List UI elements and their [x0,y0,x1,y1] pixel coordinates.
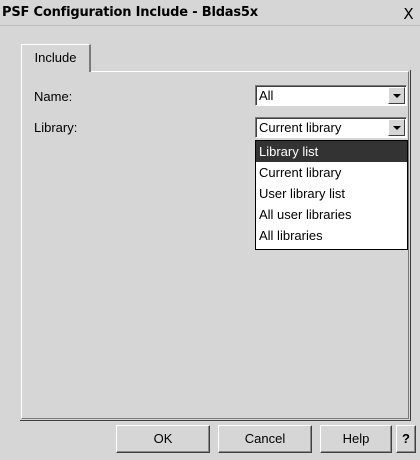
dropdown-option-all-user-libraries[interactable]: All user libraries [256,204,407,225]
whats-this-button[interactable]: ? [396,425,416,453]
dropdown-option-user-library-list[interactable]: User library list [256,183,407,204]
title-bar[interactable]: PSF Configuration Include - Bldas5x X [0,0,420,26]
close-icon[interactable]: X [400,6,417,23]
name-combobox[interactable]: All [255,85,407,106]
name-label: Name: [34,89,73,104]
library-combobox[interactable]: Current library [255,117,407,138]
dropdown-option-library-list[interactable]: Library list [256,141,407,162]
name-combobox-value: All [259,88,274,103]
ok-button[interactable]: OK [116,425,210,453]
library-combobox-value: Current library [259,120,342,135]
window-title: PSF Configuration Include - Bldas5x [2,5,258,20]
dialog-window: PSF Configuration Include - Bldas5x X In… [0,0,420,460]
dropdown-option-all-libraries[interactable]: All libraries [256,225,407,246]
library-label: Library: [34,120,78,135]
cancel-button[interactable]: Cancel [218,425,312,453]
tab-include[interactable]: Include [21,44,91,72]
library-dropdown-list: Library list Current library User librar… [255,140,408,250]
library-dropdown-button[interactable] [388,119,405,136]
help-button[interactable]: Help [320,425,392,453]
chevron-down-icon [393,126,401,130]
dropdown-option-current-library[interactable]: Current library [256,162,407,183]
name-dropdown-button[interactable] [388,87,405,104]
chevron-down-icon [393,94,401,98]
